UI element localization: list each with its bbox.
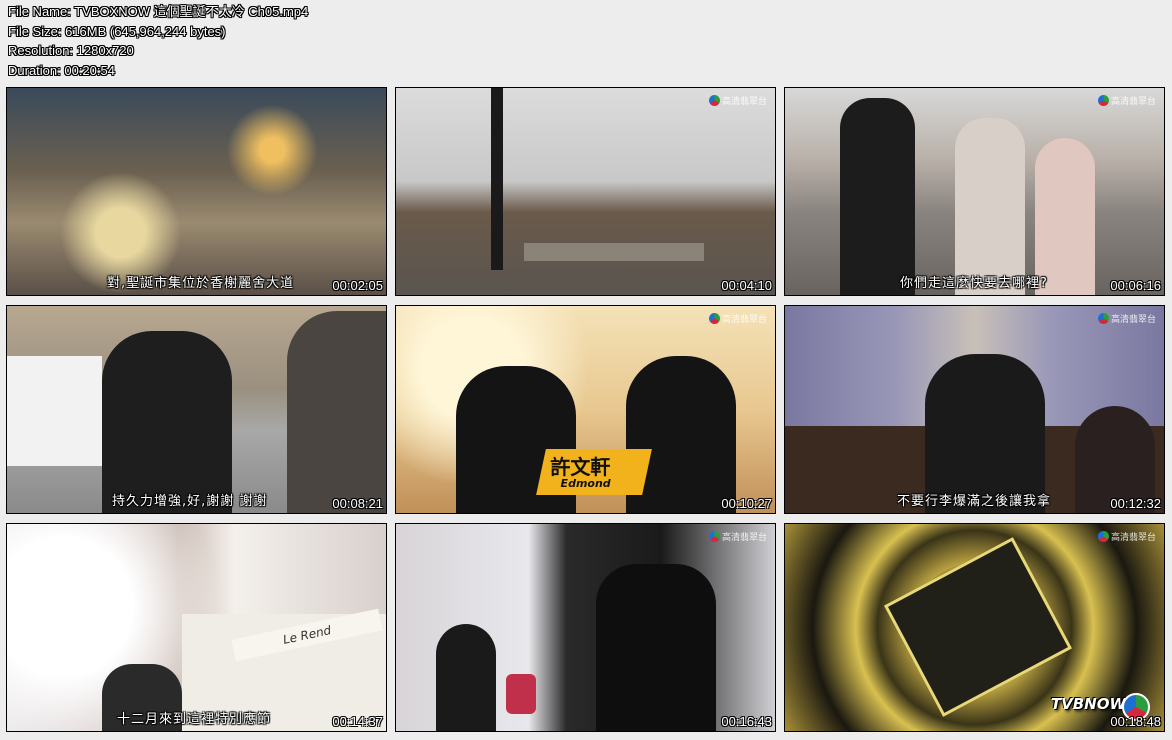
channel-logo: 高清翡翠台 [1097,312,1156,325]
tvb-logo-icon [1097,531,1109,542]
thumbnail-7[interactable]: Le Rend 十二月來到這裡特別應節 00:14:37 [6,523,387,732]
bench [524,243,704,261]
file-size-line: File Size: 616MB (645,964,244 bytes) [8,23,226,39]
file-name-line: File Name: TVBOXNOW 這個聖誕不太冷 Ch05.mp4 [8,4,309,19]
name-caption: 許文軒 Edmond [536,449,652,495]
thumbnail-6[interactable]: 高清翡翠台 不要行李爆滿之後讓我拿 00:12:32 [784,305,1165,514]
person-silhouette [287,311,386,513]
tvb-logo-icon [708,95,720,106]
thumbnail-1[interactable]: 對,聖誕市集位於香榭麗舍大道 00:02:05 [6,87,387,296]
timestamp: 00:10:27 [721,496,772,511]
tvb-logo-icon [708,313,720,324]
timestamp: 00:16:43 [721,714,772,729]
handbag [506,674,536,714]
channel-logo: 高清翡翠台 [708,94,767,107]
thumbnail-8[interactable]: 高清翡翠台 00:16:43 [395,523,776,732]
timestamp: 00:06:16 [1110,278,1161,293]
name-chinese: 許文軒 [550,455,611,479]
subtitle: 不要行李爆滿之後讓我拿 [897,494,1052,509]
timestamp: 00:04:10 [721,278,772,293]
timestamp: 00:18:48 [1110,714,1161,729]
name-english: Edmond [560,477,611,490]
duration-line: Duration: 00:20:54 [8,62,115,78]
timestamp: 00:14:37 [332,714,383,729]
timestamp: 00:02:05 [332,278,383,293]
thumbnail-2[interactable]: 高清翡翠台 00:04:10 [395,87,776,296]
subtitle: 十二月來到這裡特別應節 [117,712,272,727]
person-silhouette [102,331,232,513]
file-info-header: File Name: TVBOXNOW 這個聖誕不太冷 Ch05.mp4 Fil… [8,2,308,80]
person-silhouette [955,118,1025,295]
thumbnail-9[interactable]: 高清翡翠台 TVBNOW 00:18:48 [784,523,1165,732]
subtitle: 你們走這麼快要去哪裡? [900,276,1048,291]
thumbnail-5[interactable]: 高清翡翠台 許文軒 Edmond 00:10:27 [395,305,776,514]
scene-park-bench [396,88,775,295]
person-silhouette [596,564,716,731]
timestamp: 00:08:21 [332,496,383,511]
scene-christmas-market [7,88,386,295]
channel-logo: 高清翡翠台 [708,312,767,325]
thumbnail-3[interactable]: 高清翡翠台 你們走這麼快要去哪裡? 00:06:16 [784,87,1165,296]
channel-logo: 高清翡翠台 [708,530,767,543]
subtitle: 對,聖誕市集位於香榭麗舍大道 [107,276,295,291]
tvbnow-watermark: TVBNOW [1050,695,1126,713]
subtitle: 持久力增強,好,謝謝 謝謝 [112,494,268,509]
white-van [7,356,102,466]
lamp-post [491,88,503,270]
person-silhouette [840,98,915,295]
channel-logo: 高清翡翠台 [1097,94,1156,107]
tvb-logo-icon [708,531,720,542]
timestamp: 00:12:32 [1110,496,1161,511]
channel-logo: 高清翡翠台 [1097,530,1156,543]
resolution-line: Resolution: 1280x720 [8,43,134,58]
tvb-logo-icon [1097,313,1109,324]
person-silhouette [436,624,496,731]
tvb-logo-icon [1097,95,1109,106]
thumbnail-4[interactable]: 持久力增強,好,謝謝 謝謝 00:08:21 [6,305,387,514]
